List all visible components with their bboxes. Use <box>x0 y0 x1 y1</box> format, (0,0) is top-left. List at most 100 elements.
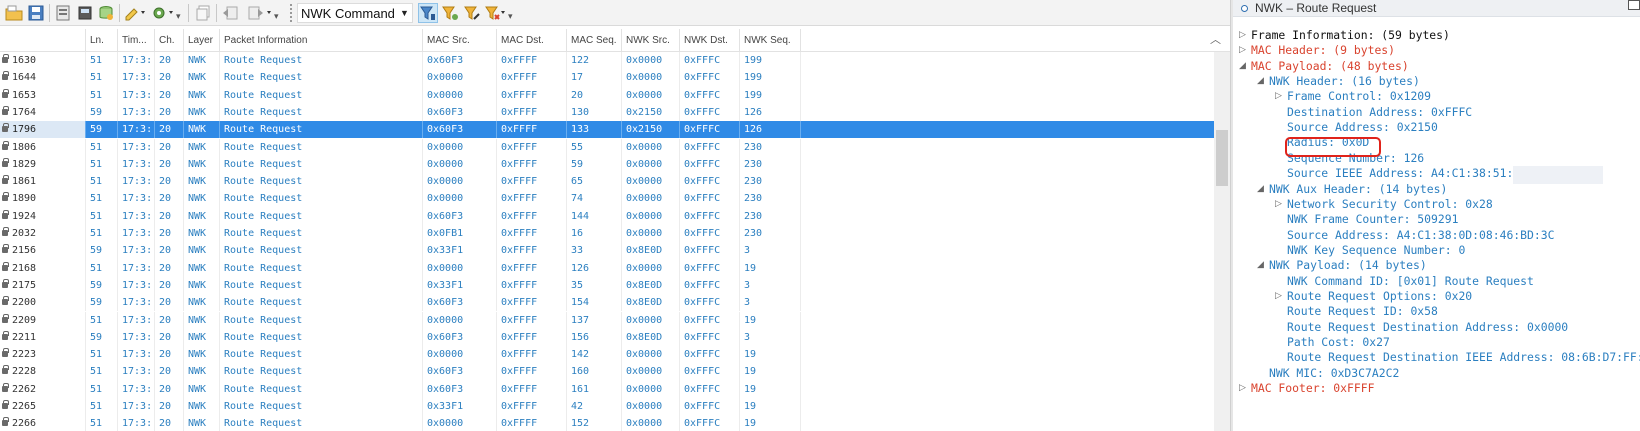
table-row[interactable]: 2262 51 17:3: 20 NWK Route Request 0x60F3 0xFFF… <box>0 380 1214 398</box>
open-folder-icon[interactable] <box>4 3 24 23</box>
tree-node[interactable]: Route Request ID: 0x58 <box>1287 303 1438 319</box>
column-header-nwk-src[interactable]: NWK Src. <box>622 29 680 52</box>
apply-filter-icon[interactable] <box>418 3 438 23</box>
collapsed-triangle-icon[interactable]: ▷ <box>1275 288 1285 304</box>
save-icon[interactable] <box>26 3 46 23</box>
table-row[interactable]: 1924 51 17:3: 20 NWK Route Request 0x60F3 0xFFF… <box>0 207 1214 225</box>
tree-node[interactable]: Source Address: 0x2150 <box>1287 119 1438 135</box>
table-row[interactable]: 2209 51 17:3: 20 NWK Route Request 0x0000 0xFFF… <box>0 311 1214 329</box>
gear-icon[interactable] <box>150 3 178 23</box>
tree-node[interactable]: ◢ NWK Payload: (14 bytes) <box>1257 257 1427 273</box>
table-row[interactable]: 1829 51 17:3: 20 NWK Route Request 0x0000 0xFFF… <box>0 155 1214 174</box>
column-header-nwk-dst[interactable]: NWK Dst. <box>680 29 740 52</box>
toolbar-overflow-icon[interactable]: ▾ <box>508 12 513 22</box>
expanded-triangle-icon[interactable]: ◢ <box>1257 257 1267 273</box>
cell-mac-src-text: 0x0FB1 <box>427 228 464 239</box>
table-row[interactable]: 1764 59 17:3: 20 NWK Route Request 0x60F3 0xFFF… <box>0 103 1214 122</box>
expanded-triangle-icon[interactable]: ◢ <box>1257 181 1267 197</box>
tree-node[interactable]: ▷ Frame Information: (59 bytes) <box>1239 27 1450 43</box>
chevron-up-icon[interactable]: ︿ <box>1210 31 1221 47</box>
column-header-id[interactable] <box>0 29 86 52</box>
column-header-time[interactable]: Tim... <box>118 29 155 52</box>
filter-edit-icon[interactable] <box>462 3 482 23</box>
column-header-mac-src[interactable]: MAC Src. <box>423 29 497 52</box>
tree-node[interactable]: NWK Key Sequence Number: 0 <box>1287 242 1465 258</box>
collapsed-triangle-icon[interactable]: ▷ <box>1239 27 1249 43</box>
table-row[interactable]: 2266 51 17:3: 20 NWK Route Request 0x0000 0xFFF… <box>0 415 1214 431</box>
cell-time-text: 17:3: <box>122 72 153 84</box>
database-icon[interactable] <box>96 3 116 23</box>
cell-time-text: 17:3: <box>122 262 153 274</box>
cell-id-text: 2209 <box>12 314 37 326</box>
toolbar-grip[interactable] <box>290 4 292 22</box>
table-row[interactable]: 2223 51 17:3: 20 NWK Route Request 0x0000 0xFFF… <box>0 346 1214 364</box>
cell-packet-info-text: Route Request <box>224 141 303 153</box>
table-row[interactable]: 1890 51 17:3: 20 NWK Route Request 0x0000 0xFFF… <box>0 190 1214 208</box>
collapsed-triangle-icon[interactable]: ▷ <box>1239 42 1249 58</box>
table-row-selected[interactable]: 1796 59 17:3: 20 NWK Route Request 0x60F3 0xFFF… <box>0 121 1214 139</box>
tree-node[interactable]: ▷ MAC Header: (9 bytes) <box>1239 42 1395 58</box>
window-icon[interactable] <box>1628 0 1640 10</box>
forward-icon[interactable] <box>246 3 274 23</box>
table-row[interactable]: 2175 59 17:3: 20 NWK Route Request 0x33F1 0xFFF… <box>0 276 1214 295</box>
tree-node[interactable]: ▷ Network Security Control: 0x28 <box>1275 196 1493 212</box>
tree-node[interactable]: Source IEEE Address: A4:C1:38:51: <box>1287 165 1513 181</box>
tree-node[interactable]: Route Request Destination IEEE Address: … <box>1287 349 1640 365</box>
table-row[interactable]: 1630 51 17:3: 20 NWK Route Request 0x60F3 0xFFF… <box>0 52 1214 70</box>
toolbar-overflow-icon[interactable]: ▾ <box>274 12 279 22</box>
tree-node[interactable]: Destination Address: 0xFFFC <box>1287 104 1472 120</box>
collapsed-triangle-icon[interactable]: ▷ <box>1275 196 1285 212</box>
expanded-triangle-icon[interactable]: ◢ <box>1257 73 1267 89</box>
tree-node[interactable]: ▷ Route Request Options: 0x20 <box>1275 288 1472 304</box>
tree-node[interactable]: Source Address: A4:C1:38:0D:08:46:BD:3C <box>1287 227 1554 243</box>
table-row[interactable]: 2265 51 17:3: 20 NWK Route Request 0x33F1 0xFFF… <box>0 398 1214 416</box>
tree-node[interactable]: NWK Command ID: [0x01] Route Request <box>1287 273 1534 289</box>
command-filter-dropdown[interactable]: NWK Command ID ▼ <box>297 3 413 23</box>
collapsed-triangle-icon[interactable]: ▷ <box>1239 380 1249 396</box>
tree-node[interactable]: ▷ MAC Footer: 0xFFFF <box>1239 380 1374 396</box>
table-row[interactable]: 2211 59 17:3: 20 NWK Route Request 0x60F3 0xFFF… <box>0 328 1214 347</box>
filter-add-icon[interactable] <box>440 3 460 23</box>
cell-nwk-seq-text: 230 <box>744 193 763 205</box>
table-row[interactable]: 2156 59 17:3: 20 NWK Route Request 0x33F1 0xFFF… <box>0 242 1214 260</box>
cell-channel: 20 <box>155 328 184 347</box>
column-header-mac-dst[interactable]: MAC Dst. <box>497 29 567 52</box>
table-row[interactable]: 2228 51 17:3: 20 NWK Route Request 0x60F3 0xFFF… <box>0 363 1214 381</box>
tree-node[interactable]: ◢ NWK Header: (16 bytes) <box>1257 73 1420 89</box>
table-row[interactable]: 2032 51 17:3: 20 NWK Route Request 0x0FB1 0xFFF… <box>0 225 1214 243</box>
table-row[interactable]: 2200 59 17:3: 20 NWK Route Request 0x60F3 0xFFF… <box>0 294 1214 312</box>
column-header-layer[interactable]: Layer <box>184 29 220 52</box>
cell-nwk-src: 0x8E0D <box>622 294 680 312</box>
column-header-nwk-seq[interactable]: NWK Seq. <box>740 29 801 52</box>
column-header-channel[interactable]: Ch. <box>155 29 184 52</box>
vertical-scrollbar[interactable] <box>1214 52 1230 431</box>
column-header-packet-info[interactable]: Packet Information <box>220 29 423 52</box>
column-header-mac-seq[interactable]: MAC Seq. <box>567 29 622 52</box>
tree-node[interactable]: ◢ NWK Aux Header: (14 bytes) <box>1257 181 1447 197</box>
tree-node[interactable]: Route Request Destination Address: 0x000… <box>1287 319 1568 335</box>
table-row[interactable]: 1644 51 17:3: 20 NWK Route Request 0x0000 0xFFF… <box>0 69 1214 87</box>
tree-node[interactable]: NWK Frame Counter: 509291 <box>1287 211 1458 227</box>
copy-icon[interactable] <box>193 3 213 23</box>
tree-node[interactable]: NWK MIC: 0xD3C7A2C2 <box>1269 365 1399 381</box>
column-header-ln[interactable]: Ln. <box>86 29 118 52</box>
capture-settings-icon[interactable] <box>53 3 73 23</box>
cell-nwk-src-text: 0x8E0D <box>626 297 663 309</box>
cell-mac-dst: 0xFFFF <box>497 86 567 104</box>
collapsed-triangle-icon[interactable]: ▷ <box>1275 88 1285 104</box>
tree-node[interactable]: Path Cost: 0x27 <box>1287 334 1390 350</box>
cell-mac-dst-text: 0xFFFF <box>501 89 538 101</box>
tree-node[interactable]: ▷ Frame Control: 0x1209 <box>1275 88 1431 104</box>
expanded-triangle-icon[interactable]: ◢ <box>1239 58 1249 74</box>
scrollbar-thumb[interactable] <box>1216 130 1228 186</box>
back-icon[interactable] <box>220 3 244 23</box>
filter-remove-icon[interactable] <box>484 3 508 23</box>
highlighter-icon[interactable] <box>123 3 147 23</box>
tree-node[interactable]: ◢ MAC Payload: (48 bytes) <box>1239 58 1409 74</box>
table-row[interactable]: 1653 51 17:3: 20 NWK Route Request 0x0000 0xFFF… <box>0 86 1214 104</box>
table-row[interactable]: 1806 51 17:3: 20 NWK Route Request 0x0000 0xFFF… <box>0 138 1214 156</box>
toolbar-overflow-icon[interactable]: ▾ <box>176 12 181 22</box>
table-row[interactable]: 2168 51 17:3: 20 NWK Route Request 0x0000 0xFFF… <box>0 259 1214 277</box>
table-row[interactable]: 1861 51 17:3: 20 NWK Route Request 0x0000 0xFFF… <box>0 173 1214 191</box>
device-icon[interactable] <box>75 3 95 23</box>
